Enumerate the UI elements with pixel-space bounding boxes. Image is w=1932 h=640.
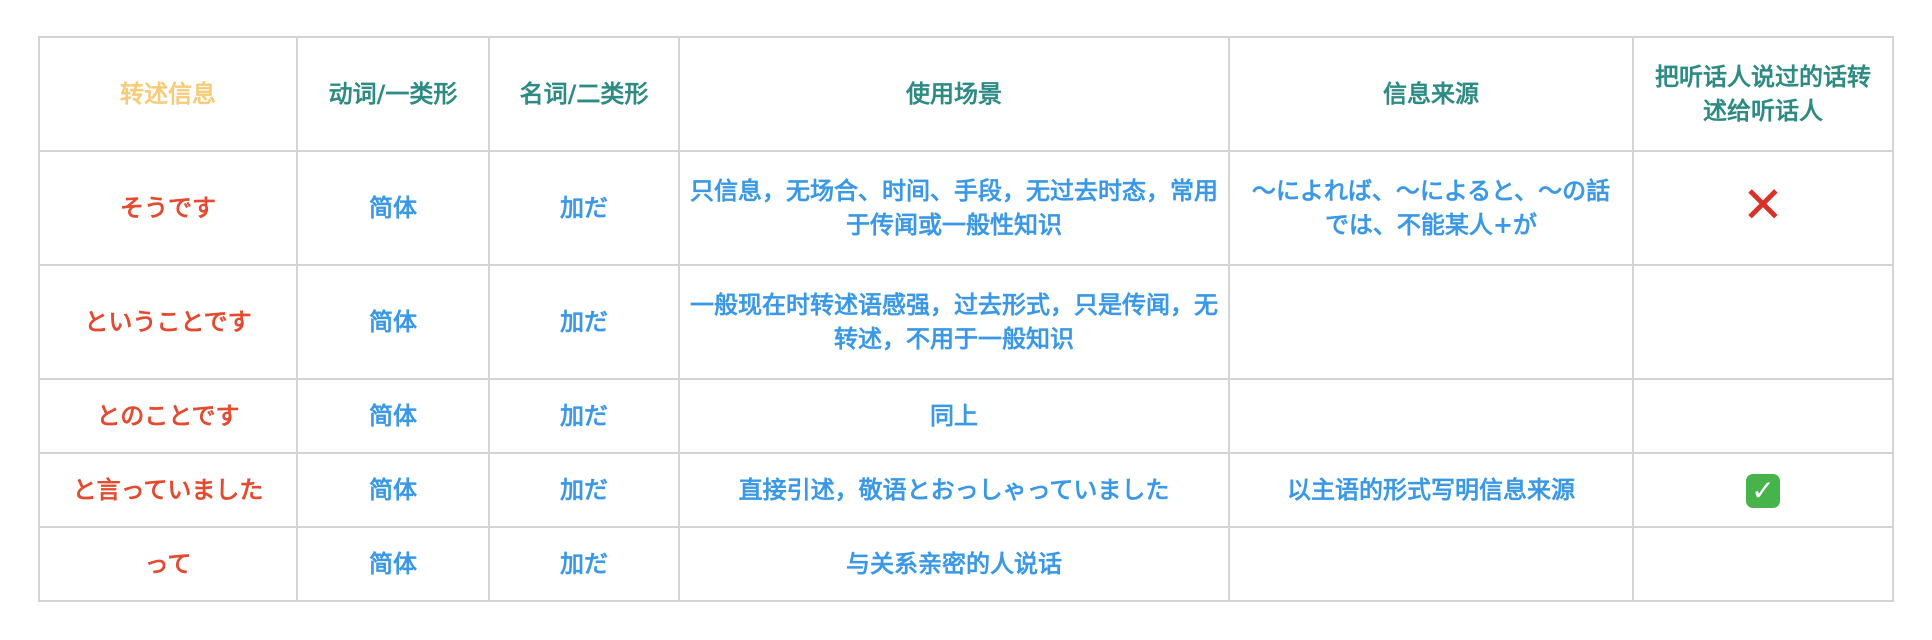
source-cell [1228, 264, 1634, 380]
noun-adj2-cell: 加だ [488, 378, 680, 454]
noun-adj2-cell: 加だ [488, 264, 680, 380]
check-mark-button-icon: ✓ [1746, 473, 1780, 508]
header-reported-info: 转述信息 [38, 36, 298, 152]
header-verb-adj1: 动词/一类形 [296, 36, 490, 152]
form-cell: とのことです [38, 378, 298, 454]
noun-adj2-cell: 加だ [488, 150, 680, 266]
source-cell: 以主语的形式写明信息来源 [1228, 452, 1634, 528]
usage-cell: 一般现在时转述语感强，过去形式，只是传闻，无转述，不用于一般知识 [678, 264, 1230, 380]
source-cell [1228, 378, 1634, 454]
verb-adj1-cell: 简体 [296, 378, 490, 454]
relay-cell [1632, 378, 1894, 454]
table-header-row: 转述信息 动词/一类形 名词/二类形 使用场景 信息来源 把听话人说过的话转述给… [38, 36, 1894, 152]
header-relay-to-listener: 把听话人说过的话转述给听话人 [1632, 36, 1894, 152]
source-cell [1228, 526, 1634, 602]
form-cell: そうです [38, 150, 298, 266]
form-cell: ということです [38, 264, 298, 380]
form-cell: と言っていました [38, 452, 298, 528]
verb-adj1-cell: 简体 [296, 526, 490, 602]
usage-cell: 与关系亲密的人说话 [678, 526, 1230, 602]
table-container: 转述信息 动词/一类形 名词/二类形 使用场景 信息来源 把听话人说过的话转述给… [38, 36, 1894, 602]
relay-cell [1632, 526, 1894, 602]
table-row: そうです 简体 加だ 只信息，无场合、时间、手段，无过去时态，常用于传闻或一般性… [38, 150, 1894, 266]
verb-adj1-cell: 简体 [296, 264, 490, 380]
form-cell: って [38, 526, 298, 602]
verb-adj1-cell: 简体 [296, 150, 490, 266]
header-usage: 使用场景 [678, 36, 1230, 152]
source-cell: ～によれば、～によると、～の話では、不能某人+が [1228, 150, 1634, 266]
table-row: と言っていました 简体 加だ 直接引述，敬语とおっしゃっていました 以主语的形式… [38, 452, 1894, 528]
noun-adj2-cell: 加だ [488, 452, 680, 528]
relay-cell [1632, 264, 1894, 380]
relay-cell: ✓ [1632, 452, 1894, 528]
table-row: って 简体 加だ 与关系亲密的人说话 [38, 526, 1894, 602]
usage-cell: 直接引述，敬语とおっしゃっていました [678, 452, 1230, 528]
table-row: ということです 简体 加だ 一般现在时转述语感强，过去形式，只是传闻，无转述，不… [38, 264, 1894, 380]
verb-adj1-cell: 简体 [296, 452, 490, 528]
header-source: 信息来源 [1228, 36, 1634, 152]
usage-cell: 同上 [678, 378, 1230, 454]
table-row: とのことです 简体 加だ 同上 [38, 378, 1894, 454]
relay-cell: ✕ [1632, 150, 1894, 266]
usage-cell: 只信息，无场合、时间、手段，无过去时态，常用于传闻或一般性知识 [678, 150, 1230, 266]
reported-speech-table: 转述信息 动词/一类形 名词/二类形 使用场景 信息来源 把听话人说过的话转述给… [38, 36, 1894, 602]
noun-adj2-cell: 加だ [488, 526, 680, 602]
cross-mark-icon: ✕ [1742, 176, 1784, 234]
header-noun-adj2: 名词/二类形 [488, 36, 680, 152]
